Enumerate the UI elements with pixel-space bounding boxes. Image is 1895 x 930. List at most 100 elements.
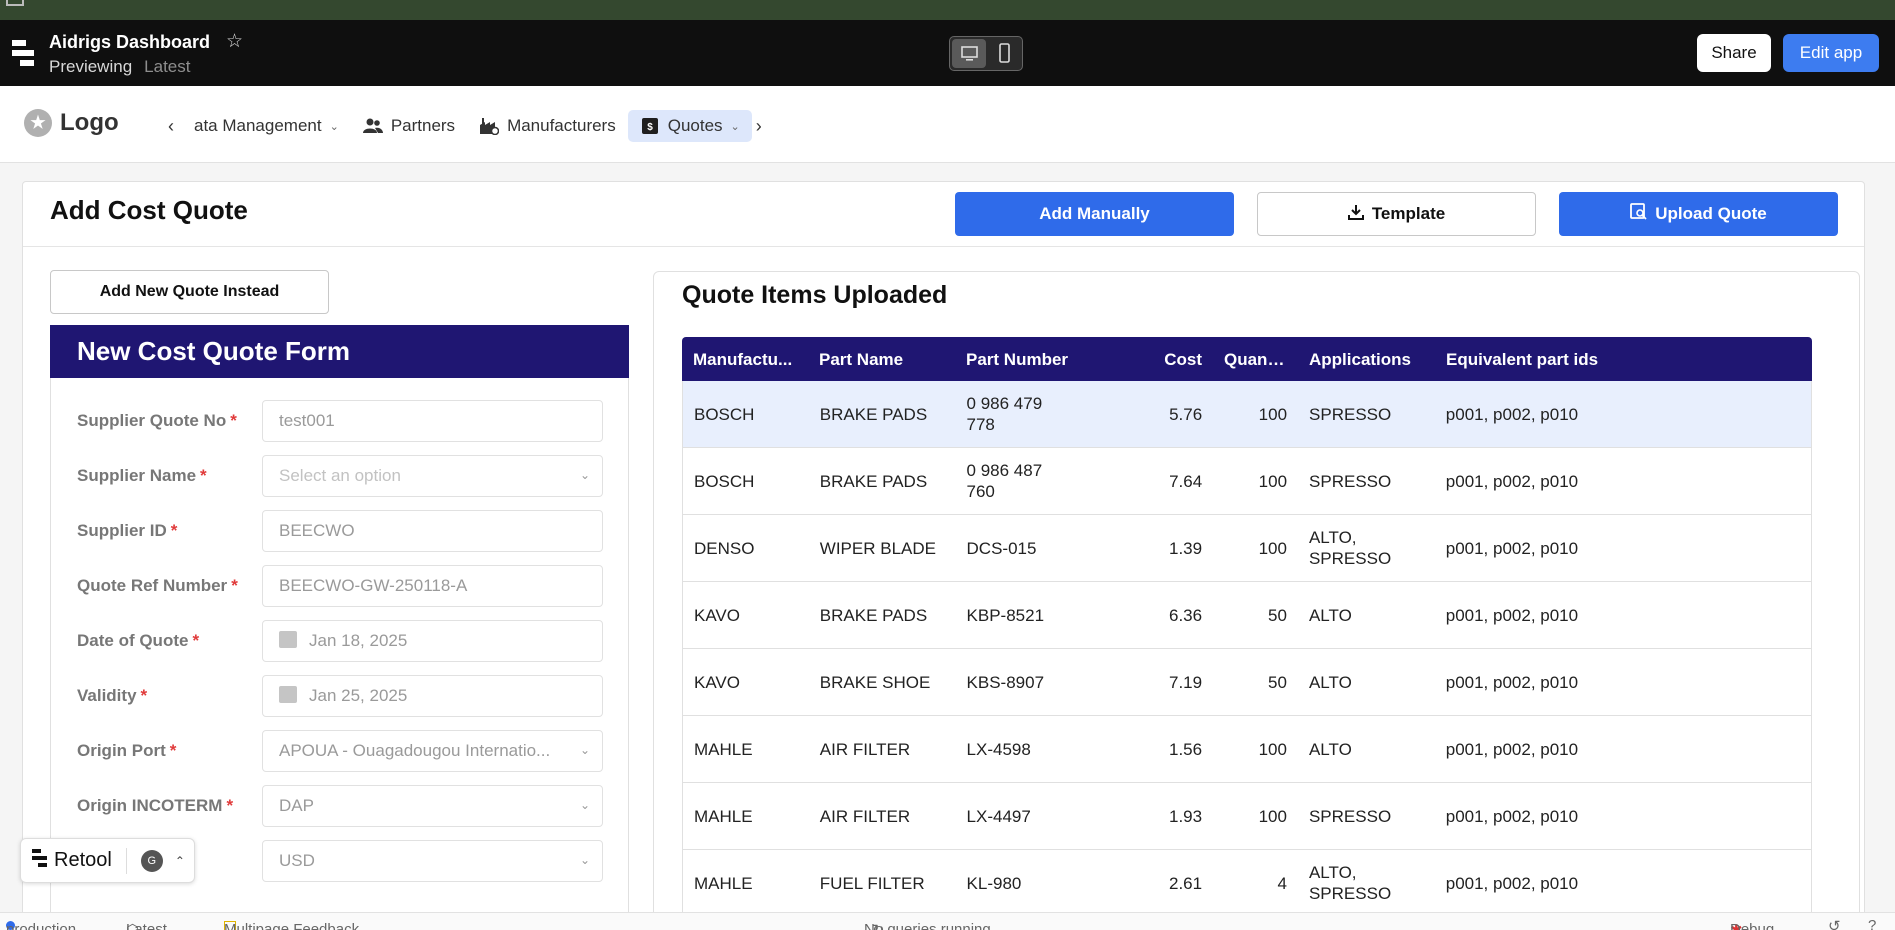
cell-part-name: AIR FILTER xyxy=(819,806,911,826)
add-new-quote-button[interactable]: Add New Quote Instead xyxy=(50,270,329,314)
column-header[interactable]: Cost xyxy=(1130,349,1213,370)
column-header[interactable]: Quant... xyxy=(1213,349,1298,370)
column-header[interactable]: Manufactu... xyxy=(682,349,808,370)
table-row[interactable]: DENSO WIPER BLADE DCS-015 1.39 100 ALTO,… xyxy=(682,515,1812,582)
table-header: Manufactu... Part Name Part Number Cost … xyxy=(682,337,1812,381)
form-row-quote-ref-number: Quote Ref Number * BEECWO-GW-250118-A xyxy=(77,565,607,607)
cell-applications: ALTO xyxy=(1308,672,1352,692)
cell-quantity: 100 xyxy=(1258,404,1288,424)
calendar-icon xyxy=(279,631,297,648)
column-header[interactable]: Part Number xyxy=(955,349,1130,370)
supplier-quote-no-input[interactable]: test001 xyxy=(262,400,603,442)
cell-cost: 7.64 xyxy=(1169,471,1203,491)
version-label[interactable]: Latest xyxy=(144,57,190,76)
nav-scroll-left-icon[interactable]: ‹ xyxy=(168,116,182,137)
cell-cost: 7.19 xyxy=(1169,672,1203,692)
origin-port-select[interactable]: APOUA - Ouagadougou Internatio... ⌄ xyxy=(262,730,603,772)
cell-cost: 1.56 xyxy=(1169,739,1203,759)
column-header[interactable]: Part Name xyxy=(808,349,955,370)
nav-item-data-management[interactable]: ata Management ⌄ xyxy=(182,110,351,142)
cell-cost: 5.76 xyxy=(1169,404,1203,424)
cell-cost: 1.39 xyxy=(1169,538,1203,558)
cell-equivalent: p001, p002, p010 xyxy=(1445,471,1579,491)
mobile-view-button[interactable] xyxy=(988,39,1022,68)
cell-equivalent: p001, p002, p010 xyxy=(1445,538,1579,558)
cell-part-number: KBS-8907 xyxy=(966,672,1045,692)
add-manually-button[interactable]: Add Manually xyxy=(955,192,1234,236)
table-row[interactable]: KAVO BRAKE PADS KBP-8521 6.36 50 ALTO p0… xyxy=(682,582,1812,649)
cell-manufacturer: KAVO xyxy=(694,672,740,692)
app-title: Aidrigs Dashboard xyxy=(49,32,211,52)
calendar-icon xyxy=(279,686,297,703)
form-header: New Cost Quote Form xyxy=(50,325,629,378)
upload-quote-button[interactable]: Upload Quote xyxy=(1559,192,1838,236)
cell-part-name: BRAKE PADS xyxy=(819,404,928,424)
button-label: Template xyxy=(1371,204,1446,223)
table-row[interactable]: BOSCH BRAKE PADS 0 986 487 760 7.64 100 … xyxy=(682,448,1812,515)
help-icon[interactable]: ? xyxy=(1868,917,1876,930)
cell-quantity: 4 xyxy=(1277,873,1287,893)
status-bar: production ⬡Latest Multipage Feedback No… xyxy=(0,912,1895,930)
retool-logo-icon[interactable] xyxy=(12,40,36,71)
supplier-name-select[interactable]: Select an option ⌄ xyxy=(262,455,603,497)
table-row[interactable]: MAHLE AIR FILTER LX-4497 1.93 100 SPRESS… xyxy=(682,783,1812,850)
column-header[interactable]: Applications xyxy=(1298,349,1435,370)
avatar[interactable]: G xyxy=(140,849,163,872)
share-button[interactable]: Share xyxy=(1697,34,1771,72)
chevron-down-icon: ⌄ xyxy=(329,120,339,133)
upload-icon xyxy=(1630,203,1647,225)
factory-icon xyxy=(479,117,500,135)
form-row-origin-incoterm: Origin INCOTERM * DAP ⌄ xyxy=(77,785,607,827)
cell-part-name: BRAKE PADS xyxy=(819,605,928,625)
desktop-icon xyxy=(961,46,978,61)
nav-item-manufacturers[interactable]: Manufacturers xyxy=(467,110,628,142)
cell-manufacturer: MAHLE xyxy=(694,806,753,826)
retool-label: Retool xyxy=(54,849,112,871)
refresh-icon: ↻ xyxy=(872,921,885,930)
cell-part-name: BRAKE SHOE xyxy=(819,672,931,692)
cell-equivalent: p001, p002, p010 xyxy=(1445,605,1579,625)
origin-incoterm-select[interactable]: DAP ⌄ xyxy=(262,785,603,827)
nav-item-partners[interactable]: Partners xyxy=(351,110,467,142)
supplier-id-input[interactable]: BEECWO xyxy=(262,510,603,552)
navbar: ★ Logo ‹ ata Management ⌄ Partners Manuf… xyxy=(0,86,1895,163)
currency-select[interactable]: USD ⌄ xyxy=(262,840,603,882)
history-icon[interactable]: ↺ xyxy=(1828,917,1841,930)
retool-badge[interactable]: Retool G ⌃ xyxy=(20,838,195,883)
table-row[interactable]: MAHLE FUEL FILTER KL-980 2.61 4 ALTO, SP… xyxy=(682,850,1812,917)
logo-text: Logo xyxy=(60,109,119,136)
edit-app-button[interactable]: Edit app xyxy=(1783,34,1879,72)
star-icon[interactable]: ☆ xyxy=(226,30,243,53)
divider xyxy=(125,847,127,874)
chevron-up-icon[interactable]: ⌃ xyxy=(175,854,185,868)
column-header[interactable]: Equivalent part ids xyxy=(1435,349,1812,370)
logo-star-icon: ★ xyxy=(24,109,52,137)
template-button[interactable]: Template xyxy=(1257,192,1536,236)
date-of-quote-picker[interactable]: Jan 18, 2025 xyxy=(262,620,603,662)
nav-logo[interactable]: ★ Logo xyxy=(24,109,119,137)
desktop-view-button[interactable] xyxy=(952,39,986,68)
page-title: Add Cost Quote xyxy=(50,195,248,225)
device-toggle xyxy=(949,36,1023,71)
nav-item-label: Partners xyxy=(390,116,456,135)
svg-text:$: $ xyxy=(647,122,653,133)
nav-scroll-right-icon[interactable]: › xyxy=(756,116,770,137)
cell-applications: SPRESSO xyxy=(1309,471,1392,491)
chevron-down-icon: ⌄ xyxy=(730,120,740,133)
field-label: Origin Port * xyxy=(77,741,177,760)
table-row[interactable]: KAVO BRAKE SHOE KBS-8907 7.19 50 ALTO p0… xyxy=(682,649,1812,716)
cell-cost: 1.93 xyxy=(1169,806,1203,826)
cell-part-name: FUEL FILTER xyxy=(819,873,925,893)
quote-ref-number-input[interactable]: BEECWO-GW-250118-A xyxy=(262,565,603,607)
cell-part-number: LX-4497 xyxy=(966,806,1031,826)
cell-part-name: AIR FILTER xyxy=(819,739,911,759)
table-row[interactable]: BOSCH BRAKE PADS 0 986 479 778 5.76 100 … xyxy=(682,381,1812,448)
table-row[interactable]: MAHLE AIR FILTER LX-4598 1.56 100 ALTO p… xyxy=(682,716,1812,783)
cell-applications: ALTO xyxy=(1308,605,1352,625)
cell-quantity: 100 xyxy=(1258,471,1288,491)
cell-equivalent: p001, p002, p010 xyxy=(1445,873,1579,893)
chevron-down-icon: ⌄ xyxy=(579,853,590,867)
nav-item-quotes[interactable]: $ Quotes ⌄ xyxy=(627,110,752,142)
field-label: Date of Quote * xyxy=(77,631,200,650)
validity-date-picker[interactable]: Jan 25, 2025 xyxy=(262,675,603,717)
